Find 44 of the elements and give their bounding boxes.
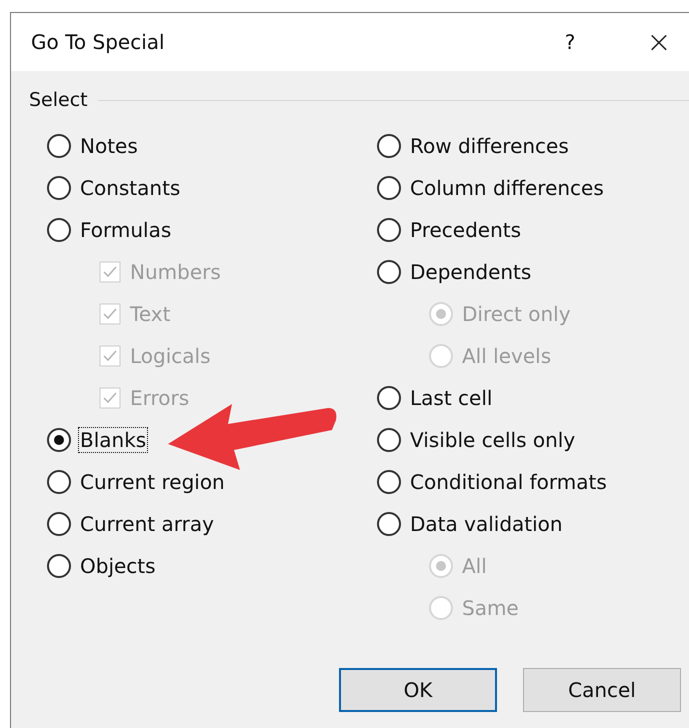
option-label: Text bbox=[129, 302, 172, 326]
radio-button[interactable] bbox=[377, 176, 401, 200]
option-label: Last cell bbox=[409, 386, 494, 410]
radio-button[interactable] bbox=[377, 134, 401, 158]
option-label: Formulas bbox=[79, 218, 172, 242]
radio-button[interactable] bbox=[377, 260, 401, 284]
window-title: Go To Special bbox=[31, 30, 166, 54]
cancel-button[interactable]: Cancel bbox=[523, 668, 681, 712]
option-label: Logicals bbox=[129, 344, 212, 368]
radio-button[interactable] bbox=[377, 386, 401, 410]
option-label: Same bbox=[461, 596, 520, 620]
radio-button[interactable] bbox=[47, 470, 71, 494]
option-label: Current array bbox=[79, 512, 215, 536]
option-label: Precedents bbox=[409, 218, 522, 242]
option-label: All levels bbox=[461, 344, 552, 368]
option-label: Objects bbox=[79, 554, 157, 578]
ok-button[interactable]: OK bbox=[339, 668, 497, 712]
option-label: Current region bbox=[79, 470, 226, 494]
radio-button[interactable] bbox=[47, 554, 71, 578]
radio-button[interactable] bbox=[47, 512, 71, 536]
help-button[interactable]: ? bbox=[545, 29, 595, 55]
radio-button[interactable] bbox=[377, 428, 401, 452]
radio-button[interactable] bbox=[47, 176, 71, 200]
option-label: All bbox=[461, 554, 488, 578]
option-label: Notes bbox=[79, 134, 139, 158]
option-label: Data validation bbox=[409, 512, 564, 536]
option-label: Direct only bbox=[461, 302, 572, 326]
group-label: Select bbox=[29, 89, 88, 111]
option-label: Blanks bbox=[79, 428, 148, 452]
option-label: Errors bbox=[129, 386, 190, 410]
radio-button[interactable] bbox=[47, 428, 71, 452]
option-label: Numbers bbox=[129, 260, 222, 284]
option-label: Conditional formats bbox=[409, 470, 608, 494]
option-label: Dependents bbox=[409, 260, 532, 284]
option-label: Column differences bbox=[409, 176, 605, 200]
radio-button[interactable] bbox=[377, 218, 401, 242]
option-label: Constants bbox=[79, 176, 182, 200]
option-label: Row differences bbox=[409, 134, 570, 158]
radio-button[interactable] bbox=[47, 134, 71, 158]
close-button[interactable]: × bbox=[629, 24, 689, 60]
radio-button[interactable] bbox=[47, 218, 71, 242]
radio-button[interactable] bbox=[377, 470, 401, 494]
radio-button[interactable] bbox=[377, 512, 401, 536]
option-label: Visible cells only bbox=[409, 428, 576, 452]
